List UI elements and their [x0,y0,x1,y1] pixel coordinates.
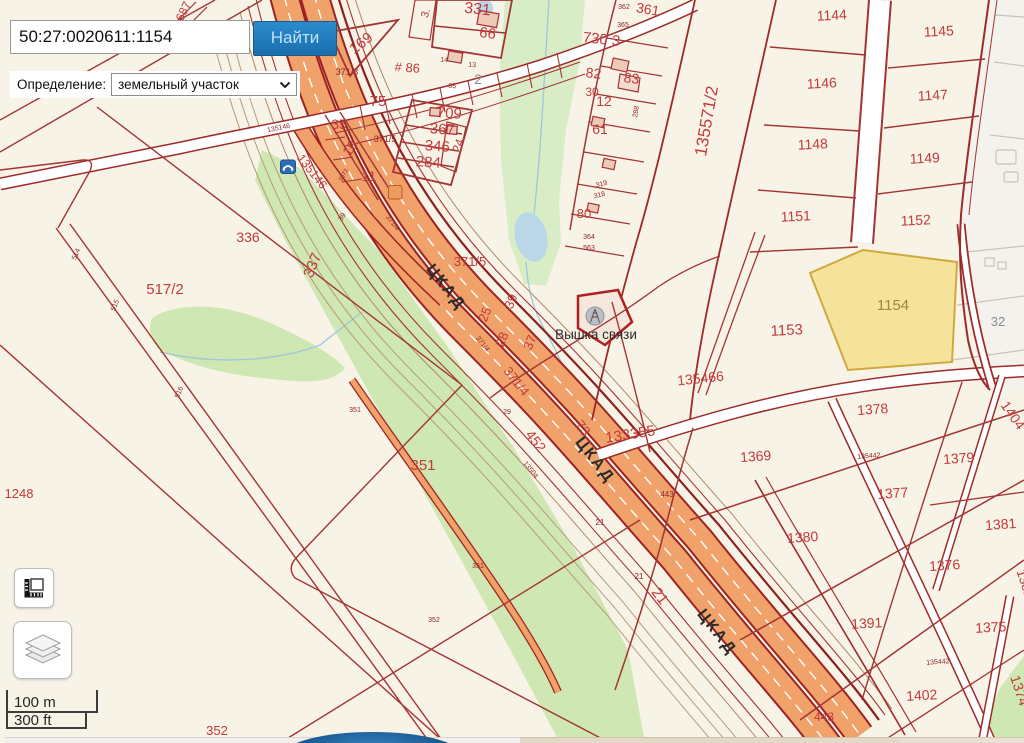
map-label: 2 [474,71,482,87]
scale-metric-label: 100 m [14,694,56,711]
map-label: 1391 [851,614,883,632]
map-label: 1148 [797,135,828,153]
map-label: 1369 [740,447,772,465]
map-label: 85 [448,83,456,91]
map-label: 1379 [943,449,975,467]
map-label: 331 [463,0,491,19]
map-label: 367 [429,120,455,139]
map-label: 1145 [923,22,954,40]
map-label: 443 [660,490,674,499]
map-label: 1146 [806,74,837,92]
ruler-icon [22,576,46,600]
map-label: 1151 [780,207,811,225]
map-label: 284 [415,153,441,172]
map-label: 66 [478,24,497,43]
definition-bar: Определение: земельный участок [10,71,300,98]
map-label: 1381 [985,515,1017,533]
map-label: 371/5 [374,134,397,144]
layers-icon [24,633,62,667]
scale-bar: 100 m 300 ft [5,683,125,743]
definition-selected-value: земельный участок [118,77,239,92]
map-label: 14 [440,57,448,65]
map-label: 21 [596,518,605,527]
layers-button[interactable] [13,621,72,679]
map-label: 364 [583,234,595,241]
map-label: 365 [617,22,629,29]
map-label: 1153 [770,321,803,340]
map-label: 1149 [909,149,940,167]
tower-icon [586,307,604,325]
map-label: 13 [468,62,476,70]
map-label: 1248 [5,486,34,501]
chevron-down-icon [279,81,291,89]
find-button[interactable]: Найти [253,21,337,56]
map-label: 351 [349,407,361,414]
definition-select[interactable]: земельный участок [111,73,297,96]
map-label: 352 [428,617,440,624]
map-label: 336 [236,229,260,245]
definition-label: Определение: [17,77,106,92]
map-label: 75 [370,93,387,110]
cadastral-map-app: 6871693.33166# 8614138527570936724346284… [0,0,1024,743]
map-label: 517/2 [146,281,184,298]
map-label: 32 [991,314,1005,329]
map-label: 1402 [906,686,938,704]
map-label: 351 [472,563,484,570]
map-label: 80 [577,206,591,221]
map-label: 35 [331,116,347,132]
map-label: 1378 [857,400,889,418]
measure-tool-button[interactable] [14,568,54,608]
map-label: # 86 [394,59,420,76]
footer-strip [520,737,900,743]
map-label: 83 [623,69,640,87]
map-label: 362 [618,4,630,11]
map-label: 12 [596,93,612,109]
footer-strip [900,737,1024,743]
map-label: 1154 [877,297,909,314]
map-label: 371/5 [454,254,487,269]
map-label: 1380 [787,528,819,546]
map-label: 82 [585,64,602,82]
bridge-shield-icon [281,160,296,174]
map-label: 352 [206,723,228,738]
map-label: 443 [814,710,834,724]
map-label: 1377 [877,484,909,502]
map-label: Вышка связи [555,327,637,342]
map-label: 371/3 [336,67,359,77]
map-label: 563 [583,245,595,252]
map-label: 29 [503,409,511,416]
map-label: 1375 [975,618,1007,636]
toll-ruble-icon [389,186,403,200]
scale-imperial-label: 300 ft [14,712,52,729]
map-label: 1147 [917,86,948,104]
map-label: 11 [362,168,377,184]
map-label: 1152 [900,211,931,229]
cadastral-search-input[interactable] [10,20,250,54]
map-label: 351 [410,457,435,474]
map-label: 1144 [816,6,847,24]
map-label: 1376 [929,556,961,574]
map-canvas[interactable]: 6871693.33166# 8614138527570936724346284… [0,0,1024,743]
map-label: 21 [635,572,644,581]
map-label: 61 [592,121,608,137]
